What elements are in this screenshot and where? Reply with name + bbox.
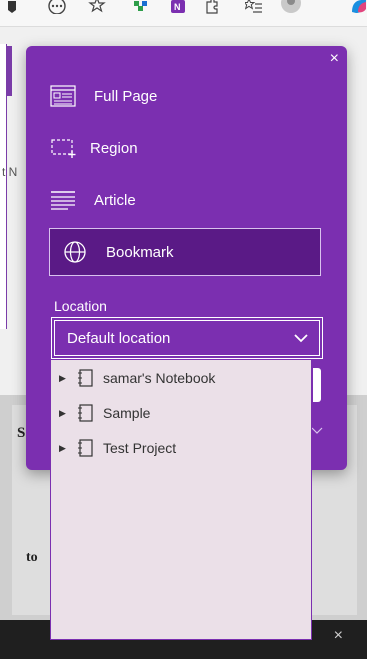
notebook-item[interactable]: ▶ Test Project — [59, 435, 176, 461]
mode-bookmark-label: Bookmark — [106, 243, 174, 261]
full-page-icon — [50, 85, 76, 107]
tag-icon[interactable] — [6, 0, 18, 14]
chevron-down-icon — [293, 330, 309, 347]
location-label: Location — [54, 298, 107, 314]
notebook-item[interactable]: ▶ Sample — [59, 400, 150, 426]
more-icon[interactable] — [46, 0, 68, 14]
mode-article-button[interactable]: Article — [50, 180, 310, 220]
favorite-star-icon[interactable] — [88, 0, 106, 14]
mode-full-page-button[interactable]: Full Page — [50, 76, 310, 116]
globe-icon — [62, 241, 88, 263]
mode-article-label: Article — [94, 191, 136, 209]
notebook-name: Sample — [103, 405, 151, 421]
location-dropdown: ▶ samar's Notebook ▶ Sample ▶ Test Proje… — [50, 359, 312, 640]
location-select-value: Default location — [67, 329, 171, 347]
notebook-item[interactable]: ▶ samar's Notebook — [59, 365, 215, 391]
expand-triangle-icon[interactable]: ▶ — [59, 408, 69, 419]
copilot-icon[interactable] — [350, 0, 367, 14]
favorites-list-icon[interactable] — [245, 0, 263, 14]
region-icon — [50, 137, 76, 159]
svg-text:N: N — [174, 2, 181, 12]
background-text-tn: t N — [2, 165, 18, 179]
location-select[interactable]: Default location — [51, 317, 323, 359]
notebook-name: samar's Notebook — [103, 370, 216, 386]
article-icon — [50, 189, 76, 211]
extension-grid-icon[interactable] — [133, 0, 149, 14]
clip-button[interactable] — [313, 368, 321, 402]
notebook-icon — [77, 439, 93, 457]
puzzle-extensions-icon[interactable] — [204, 0, 220, 14]
expand-triangle-icon[interactable]: ▶ — [59, 373, 69, 384]
browser-toolbar: N — [0, 0, 367, 27]
background-side-panel — [0, 44, 7, 329]
background-text-s: S — [17, 425, 26, 441]
close-icon[interactable]: × — [330, 50, 339, 68]
notebook-icon — [77, 404, 93, 422]
mode-region-button[interactable]: Region — [50, 128, 310, 168]
notebook-name: Test Project — [103, 440, 177, 456]
chevron-down-small-icon[interactable] — [311, 424, 323, 438]
profile-avatar-icon[interactable] — [280, 0, 302, 14]
background-text-to: to — [26, 550, 38, 565]
mode-bookmark-button[interactable]: Bookmark — [49, 228, 321, 276]
expand-triangle-icon[interactable]: ▶ — [59, 443, 69, 454]
onenote-icon[interactable]: N — [170, 0, 186, 14]
notebook-icon — [77, 369, 93, 387]
mode-region-label: Region — [90, 139, 138, 157]
background-close-icon[interactable]: × — [334, 627, 343, 645]
mode-full-page-label: Full Page — [94, 87, 158, 105]
